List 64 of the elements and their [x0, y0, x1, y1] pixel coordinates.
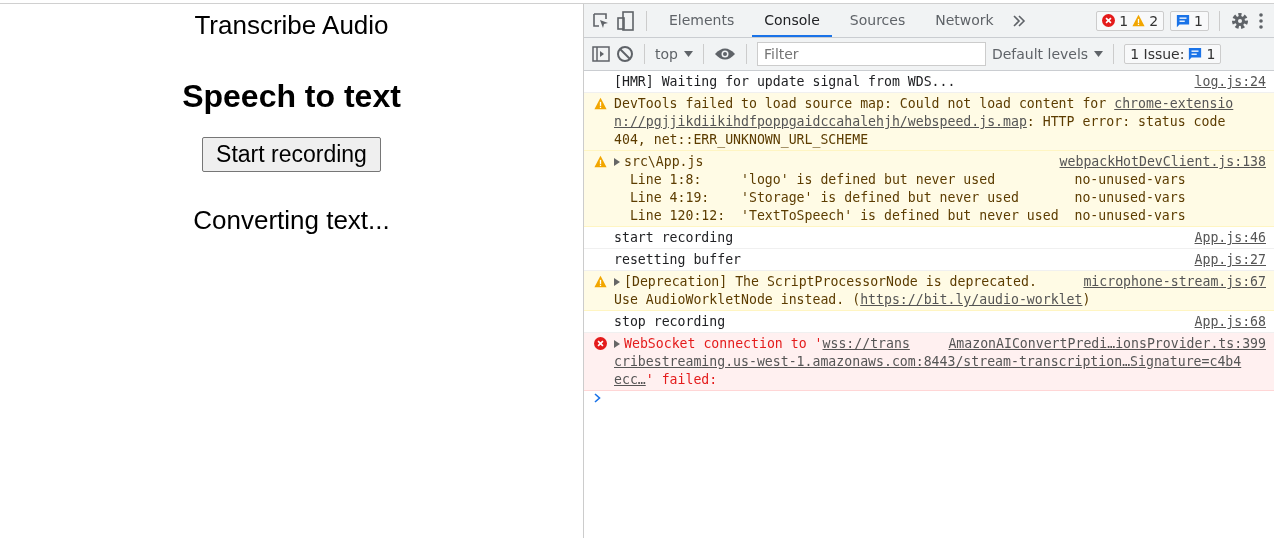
warning-icon — [594, 155, 607, 168]
devtools-tab[interactable]: Sources — [837, 4, 918, 37]
issue-counter[interactable]: 1 2 — [1096, 10, 1165, 31]
devtools-tab[interactable]: Network — [923, 4, 1006, 37]
settings-icon[interactable] — [1230, 10, 1250, 31]
clear-console-icon[interactable] — [616, 45, 634, 63]
message-text: : HTTP error: status code — [1026, 113, 1226, 131]
message-text: ) — [1082, 291, 1091, 309]
warning-icon — [1132, 14, 1146, 27]
source-link[interactable]: AmazonAIConvertPredi…ionsProvider.ts:399 — [940, 335, 1266, 353]
source-link[interactable]: microphone-stream.js:67 — [1075, 273, 1266, 291]
message-text: Line 4:19: 'Storage' is defined but never used no-unused-vars — [628, 189, 1186, 207]
status-text: Converting text... — [193, 205, 390, 236]
message-icon — [1176, 13, 1191, 28]
warning-icon — [594, 275, 607, 288]
page-title: Transcribe Audio — [193, 10, 390, 41]
prompt-icon[interactable] — [594, 393, 601, 403]
source-link[interactable]: log.js:24 — [1186, 73, 1266, 91]
link[interactable]: n://pgjjikdiikihdfpoppgaidccahalehjh/webspeed.js.map — [614, 113, 1027, 131]
link[interactable]: ecc… — [614, 371, 646, 389]
source-link[interactable]: webpackHotDevClient.js:138 — [1051, 153, 1266, 171]
message-text: ' failed: — [645, 371, 718, 389]
message-text: WebSocket connection to ' — [624, 335, 823, 353]
link[interactable]: chrome-extensio — [1114, 95, 1234, 113]
message-text: 404, net::ERR_UNKNOWN_URL_SCHEME — [614, 131, 869, 149]
message-icon — [1188, 47, 1203, 61]
message-text: stop recording — [614, 313, 726, 331]
filter-field[interactable]: Filter — [756, 42, 986, 66]
eye-icon[interactable] — [713, 47, 736, 61]
device-icon[interactable] — [616, 10, 636, 31]
link[interactable]: wss://trans — [822, 335, 910, 353]
message-text: src\App.js — [624, 153, 704, 171]
message-text: [Deprecation] The ScriptProcessorNode is deprecated. — [624, 273, 1037, 291]
message-text: Line 1:8: 'logo' is defined but never used no-unused-vars — [628, 171, 1186, 189]
start-recording-button[interactable]: Start recording — [202, 137, 381, 172]
caret-icon — [1094, 51, 1104, 57]
link[interactable]: cribestreaming.us-west-1.amazonaws.com:8443/stream-transcription…Signature=c4b4 — [614, 353, 1242, 371]
expand-arrow-icon[interactable] — [614, 278, 620, 286]
inspect-icon[interactable] — [592, 11, 610, 30]
more-tabs-icon[interactable] — [1011, 13, 1026, 28]
message-text: start recording — [614, 229, 734, 247]
context-dropdown[interactable]: top — [655, 46, 693, 62]
expand-arrow-icon[interactable] — [614, 158, 620, 166]
warning-icon — [594, 97, 607, 110]
page-heading: Speech to text — [182, 78, 401, 115]
sidebar-toggle-icon[interactable] — [592, 45, 610, 63]
message-counter[interactable]: 1 — [1170, 10, 1209, 31]
source-link[interactable]: App.js:46 — [1186, 229, 1266, 247]
message-text: DevTools failed to load source map: Could not load content for — [614, 95, 1108, 113]
error-icon — [1102, 14, 1116, 27]
source-link[interactable]: App.js:68 — [1186, 313, 1266, 331]
devtools-tab[interactable]: Elements — [657, 4, 747, 37]
link[interactable]: https://bit.ly/audio-worklet — [860, 291, 1083, 309]
message-text: Line 120:12: 'TextToSpeech' is defined but never used no-unused-vars — [628, 207, 1186, 225]
issues-button[interactable]: 1 Issue: 1 — [1124, 44, 1222, 64]
caret-icon — [683, 51, 693, 57]
source-link[interactable]: App.js:27 — [1186, 251, 1266, 269]
expand-arrow-icon[interactable] — [614, 340, 620, 348]
message-text: Use AudioWorkletNode instead. ( — [614, 291, 861, 309]
message-text: resetting buffer — [614, 251, 742, 269]
more-options-icon[interactable] — [1256, 11, 1266, 30]
log-levels-dropdown[interactable]: Default levels — [991, 46, 1104, 62]
message-text: [HMR] Waiting for update signal from WDS... — [614, 73, 956, 91]
error-icon — [594, 337, 607, 350]
